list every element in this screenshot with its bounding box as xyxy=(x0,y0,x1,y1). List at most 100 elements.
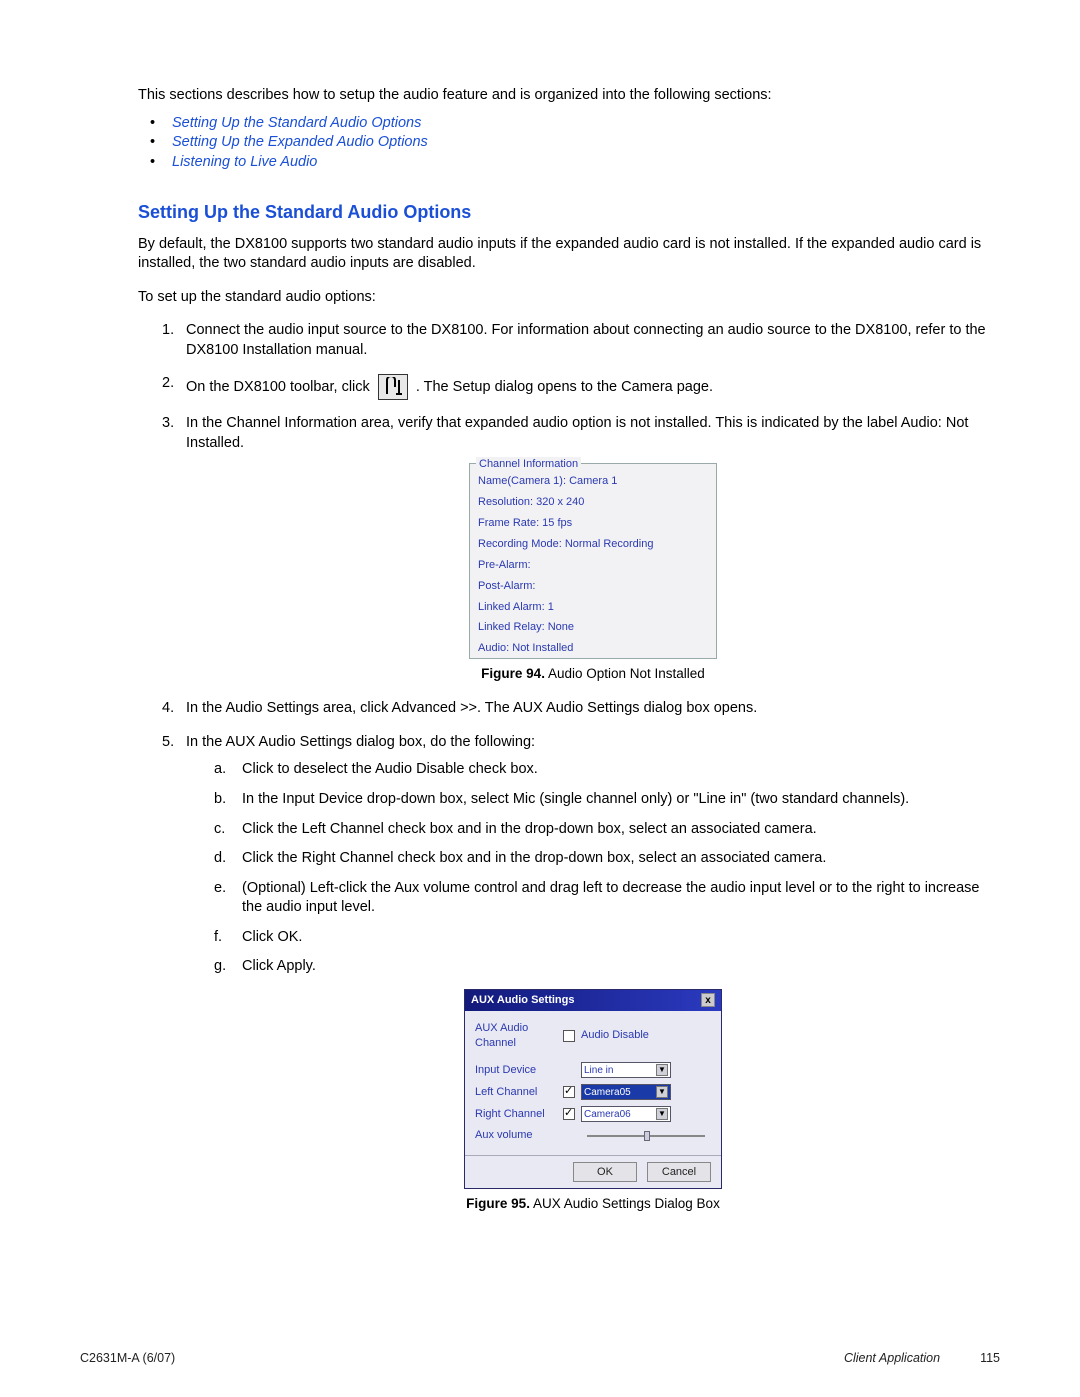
step-number: 4. xyxy=(162,699,174,719)
panel-row: Resolution: 320 x 240 xyxy=(470,491,716,512)
link-expanded-audio[interactable]: Setting Up the Expanded Audio Options xyxy=(172,134,428,150)
dialog-row: Left Channel Camera05 ▼ xyxy=(475,1084,711,1100)
footer-section-title: Client Application xyxy=(844,1350,940,1367)
substep-item: b. In the Input Device drop-down box, sel… xyxy=(214,790,1000,810)
audio-disable-checkbox[interactable] xyxy=(563,1030,575,1042)
dialog-title: AUX Audio Settings xyxy=(471,993,574,1008)
figure-number: Figure 94. xyxy=(481,666,545,681)
toc-item: Setting Up the Standard Audio Options xyxy=(154,114,1000,134)
step-text: On the DX8100 toolbar, click xyxy=(186,379,370,395)
body-paragraph: By default, the DX8100 supports two stan… xyxy=(138,235,1000,274)
step-item: 4. In the Audio Settings area, click Adv… xyxy=(162,699,1000,719)
substep-letter: c. xyxy=(214,820,225,840)
dialog-row: Aux volume xyxy=(475,1128,711,1143)
left-channel-dropdown[interactable]: Camera05 ▼ xyxy=(581,1084,671,1100)
substep-text: In the Input Device drop-down box, selec… xyxy=(242,791,909,807)
figure-text: Audio Option Not Installed xyxy=(545,666,705,681)
section-heading: Setting Up the Standard Audio Options xyxy=(138,200,1000,224)
chevron-down-icon: ▼ xyxy=(656,1064,668,1076)
toc-list: Setting Up the Standard Audio Options Se… xyxy=(138,114,1000,173)
dialog-titlebar: AUX Audio Settings x xyxy=(465,990,721,1011)
step-text: In the Channel Information area, verify … xyxy=(186,415,968,451)
substep-text: Click the Right Channel check box and in… xyxy=(242,850,826,866)
dialog-body: AUX Audio Channel Audio Disable Input De… xyxy=(465,1011,721,1156)
dialog-row: Input Device Line in ▼ xyxy=(475,1062,711,1078)
substep-letter: a. xyxy=(214,760,226,780)
step-text: In the Audio Settings area, click Advanc… xyxy=(186,700,757,716)
right-channel-dropdown[interactable]: Camera06 ▼ xyxy=(581,1106,671,1122)
link-live-audio[interactable]: Listening to Live Audio xyxy=(172,154,317,170)
panel-row: Linked Relay: None xyxy=(470,616,716,637)
dialog-button-row: OK Cancel xyxy=(465,1155,721,1188)
left-channel-checkbox[interactable] xyxy=(563,1086,575,1098)
substep-text: (Optional) Left-click the Aux volume con… xyxy=(242,880,980,916)
link-standard-audio[interactable]: Setting Up the Standard Audio Options xyxy=(172,115,421,131)
substep-text: Click to deselect the Audio Disable chec… xyxy=(242,761,538,777)
aux-volume-label: Aux volume xyxy=(475,1128,557,1143)
aux-volume-slider[interactable] xyxy=(587,1135,705,1137)
substep-text: Click OK. xyxy=(242,929,302,945)
substep-item: g. Click Apply. xyxy=(214,957,1000,977)
substep-item: f. Click OK. xyxy=(214,928,1000,948)
dropdown-value: Camera05 xyxy=(584,1086,631,1100)
substep-letter: f. xyxy=(214,928,222,948)
panel-row: Recording Mode: Normal Recording xyxy=(470,533,716,554)
ok-button[interactable]: OK xyxy=(573,1162,637,1182)
panel-row: Pre-Alarm: xyxy=(470,554,716,575)
figure-text: AUX Audio Settings Dialog Box xyxy=(530,1196,720,1211)
numbered-steps: 1. Connect the audio input source to the… xyxy=(138,321,1000,1213)
input-device-dropdown[interactable]: Line in ▼ xyxy=(581,1062,671,1078)
substep-text: Click Apply. xyxy=(242,958,316,974)
dialog-row: AUX Audio Channel Audio Disable xyxy=(475,1021,711,1051)
chevron-down-icon: ▼ xyxy=(656,1086,668,1098)
panel-title: Channel Information xyxy=(476,457,581,472)
step-item: 3. In the Channel Information area, veri… xyxy=(162,414,1000,683)
step-item: 5. In the AUX Audio Settings dialog box,… xyxy=(162,733,1000,1214)
dropdown-value: Line in xyxy=(584,1064,613,1078)
panel-row: Post-Alarm: xyxy=(470,575,716,596)
footer-page-number: 115 xyxy=(980,1350,1000,1367)
step-number: 2. xyxy=(162,374,174,394)
panel-row: Frame Rate: 15 fps xyxy=(470,512,716,533)
substep-item: e. (Optional) Left-click the Aux volume c… xyxy=(214,879,1000,918)
step-number: 3. xyxy=(162,414,174,434)
substep-letter: g. xyxy=(214,957,226,977)
dialog-row: Right Channel Camera06 ▼ xyxy=(475,1106,711,1122)
substep-letter: b. xyxy=(214,790,226,810)
figure-caption: Figure 94. Audio Option Not Installed xyxy=(186,665,1000,683)
figure-number: Figure 95. xyxy=(466,1196,530,1211)
step-text: . The Setup dialog opens to the Camera p… xyxy=(416,379,713,395)
left-channel-label: Left Channel xyxy=(475,1085,557,1100)
aux-audio-settings-dialog: AUX Audio Settings x AUX Audio Channel A… xyxy=(464,989,722,1189)
step-text: In the AUX Audio Settings dialog box, do… xyxy=(186,734,535,750)
step-number: 5. xyxy=(162,733,174,753)
step-number: 1. xyxy=(162,321,174,341)
step-item: 2. On the DX8100 toolbar, click . The Se… xyxy=(162,374,1000,400)
panel-row: Audio: Not Installed xyxy=(470,637,716,658)
cancel-button[interactable]: Cancel xyxy=(647,1162,711,1182)
intro-paragraph: This sections describes how to setup the… xyxy=(138,86,1000,106)
substep-letter: e. xyxy=(214,879,226,899)
substep-item: d. Click the Right Channel check box and … xyxy=(214,849,1000,869)
input-device-label: Input Device xyxy=(475,1063,557,1078)
substep-item: a. Click to deselect the Audio Disable ch… xyxy=(214,760,1000,780)
toc-item: Setting Up the Expanded Audio Options xyxy=(154,133,1000,153)
panel-row: Linked Alarm: 1 xyxy=(470,596,716,617)
chevron-down-icon: ▼ xyxy=(656,1108,668,1120)
step-text: Connect the audio input source to the DX… xyxy=(186,322,986,358)
substep-letter: d. xyxy=(214,849,226,869)
dropdown-value: Camera06 xyxy=(584,1108,631,1122)
close-button[interactable]: x xyxy=(701,993,715,1007)
audio-disable-label: Audio Disable xyxy=(581,1028,649,1043)
substep-item: c. Click the Left Channel check box and i… xyxy=(214,820,1000,840)
footer-doc-id: C2631M-A (6/07) xyxy=(80,1350,175,1367)
right-channel-checkbox[interactable] xyxy=(563,1108,575,1120)
right-channel-label: Right Channel xyxy=(475,1107,557,1122)
toc-item: Listening to Live Audio xyxy=(154,153,1000,173)
body-paragraph: To set up the standard audio options: xyxy=(138,288,1000,308)
substep-text: Click the Left Channel check box and in … xyxy=(242,821,817,837)
figure-caption: Figure 95. AUX Audio Settings Dialog Box xyxy=(186,1195,1000,1213)
slider-thumb[interactable] xyxy=(644,1131,650,1141)
step-item: 1. Connect the audio input source to the… xyxy=(162,321,1000,360)
page-footer: C2631M-A (6/07) Client Application 115 xyxy=(80,1350,1000,1367)
